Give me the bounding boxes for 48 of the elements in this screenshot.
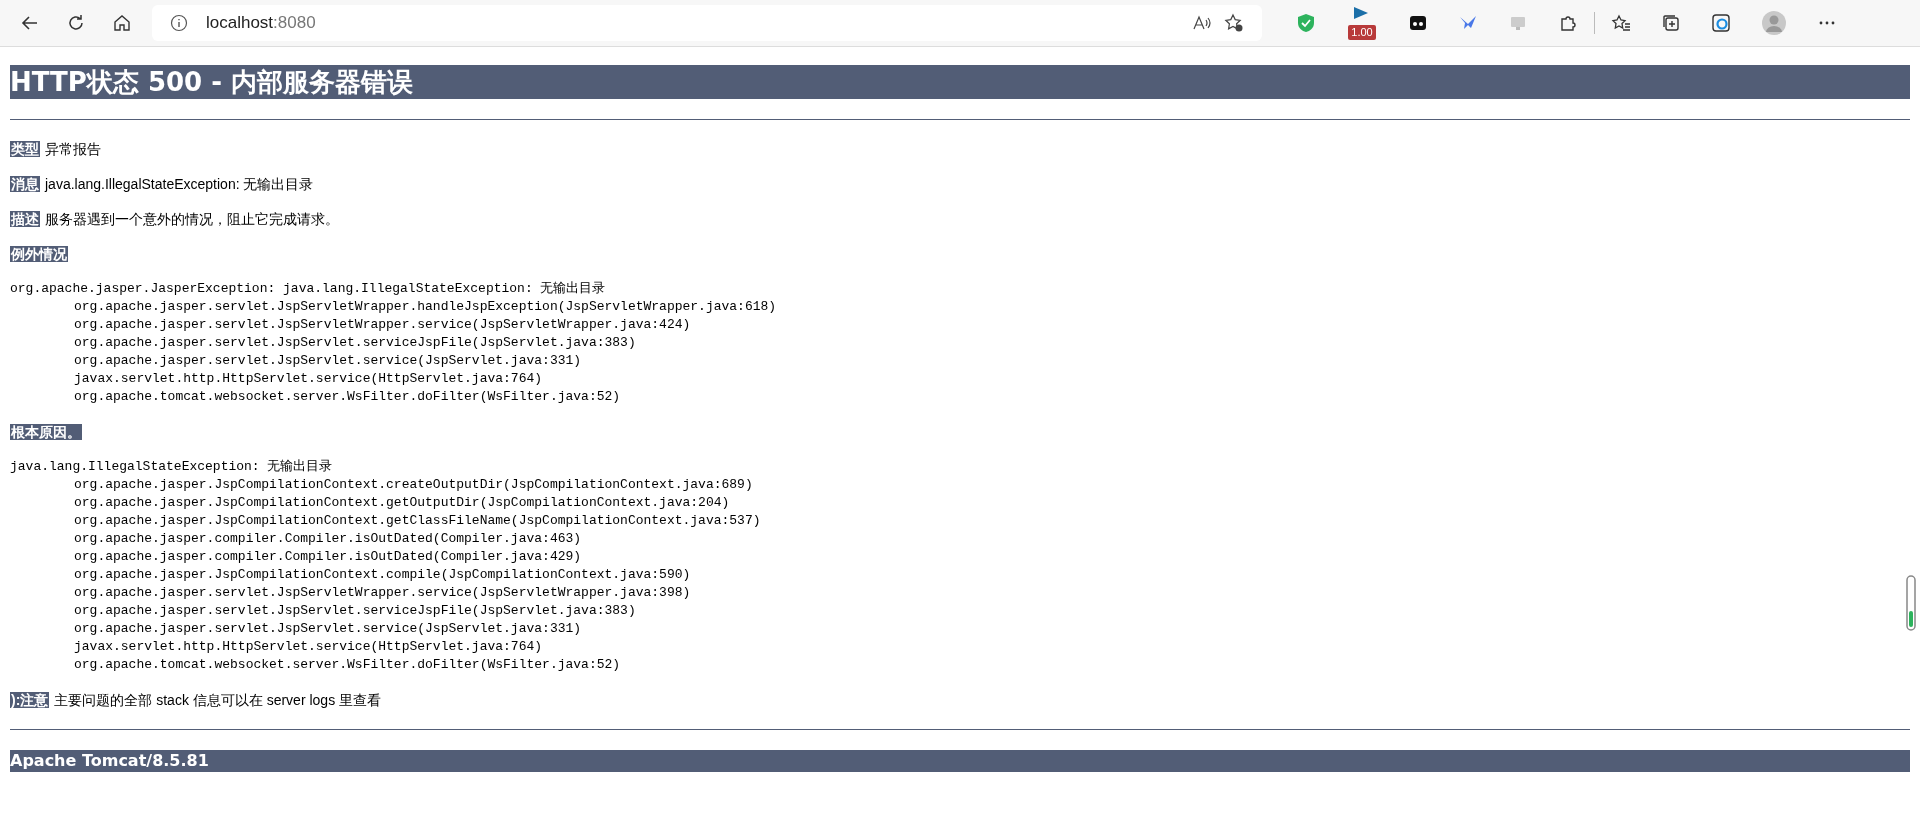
section-label: 例外情况 xyxy=(10,246,68,262)
stack-frame: org.apache.jasper.JspCompilationContext.createOutputDir(JspCompilationContext.java:689) xyxy=(10,476,1910,494)
stack-frame: javax.servlet.http.HttpServlet.service(HttpServlet.java:764) xyxy=(10,370,1910,388)
stack-frame: org.apache.tomcat.websocket.server.WsFilter.doFilter(WsFilter.java:52) xyxy=(10,656,1910,674)
puzzle-icon[interactable] xyxy=(1558,13,1578,33)
stack-frame: org.apache.jasper.compiler.Compiler.isOutDated(Compiler.java:463) xyxy=(10,530,1910,548)
exception-header: java.lang.IllegalStateException: 无输出目录 xyxy=(10,458,334,476)
url-host: localhost xyxy=(206,13,274,33)
stack-frame: org.apache.jasper.servlet.JspServlet.serviceJspFile(JspServlet.java:383) xyxy=(10,602,1910,620)
exception-header: org.apache.jasper.JasperException: java.lang.IllegalStateException: 无输出目录 xyxy=(10,280,607,298)
server-footer: Apache Tomcat/8.5.81 xyxy=(10,750,1910,772)
address-bar[interactable]: localhost:8080 xyxy=(152,5,1262,41)
browser-icon[interactable] xyxy=(1711,13,1731,33)
field-label: 消息 xyxy=(10,176,40,192)
stack-frame: org.apache.jasper.JspCompilationContext.getOutputDir(JspCompilationContext.java:204) xyxy=(10,494,1910,512)
field-value: 异常报告 xyxy=(45,141,101,157)
read-aloud-icon[interactable] xyxy=(1192,14,1212,32)
field-value: 服务器遇到一个意外的情况，阻止它完成请求。 xyxy=(45,211,339,227)
favorite-add-icon[interactable] xyxy=(1224,13,1244,33)
info-icon[interactable] xyxy=(170,14,188,32)
field-label: 描述 xyxy=(10,211,40,227)
stack-frame: org.apache.jasper.servlet.JspServletWrapper.service(JspServletWrapper.java:398) xyxy=(10,584,1910,602)
field-label: 类型 xyxy=(10,141,40,157)
refresh-icon[interactable] xyxy=(66,13,86,33)
scroll-indicator-icon xyxy=(1906,575,1916,631)
shield-icon[interactable] xyxy=(1296,13,1316,33)
page-title: HTTP状态 500 - 内部服务器错误 xyxy=(10,65,1910,99)
stack-frame: javax.servlet.http.HttpServlet.service(HttpServlet.java:764) xyxy=(10,638,1910,656)
field-value: java.lang.IllegalStateException: 无输出目录 xyxy=(45,176,314,192)
avatar-icon[interactable] xyxy=(1761,10,1787,36)
stack-frame: org.apache.jasper.servlet.JspServletWrapper.handleJspException(JspServletWrapper.java:618) xyxy=(10,298,1910,316)
stack-frame: org.apache.jasper.JspCompilationContext.compile(JspCompilationContext.java:590) xyxy=(10,566,1910,584)
home-icon[interactable] xyxy=(112,13,132,33)
stack-frame: org.apache.jasper.JspCompilationContext.getClassFileName(JspCompilationContext.java:537) xyxy=(10,512,1910,530)
note-label: ):注意 xyxy=(10,692,50,708)
stack-frame: org.apache.jasper.compiler.Compiler.isOutDated(Compiler.java:429) xyxy=(10,548,1910,566)
stack-frame: org.apache.jasper.servlet.JspServletWrapper.service(JspServletWrapper.java:424) xyxy=(10,316,1910,334)
stack-frame: org.apache.jasper.servlet.JspServlet.serviceJspFile(JspServlet.java:383) xyxy=(10,334,1910,352)
extension-badge: 1.00 xyxy=(1348,25,1376,40)
stack-frame: org.apache.tomcat.websocket.server.WsFilter.doFilter(WsFilter.java:52) xyxy=(10,388,1910,406)
stack-frame: org.apache.jasper.servlet.JspServlet.service(JspServlet.java:331) xyxy=(10,620,1910,638)
collections-icon[interactable] xyxy=(1661,13,1681,33)
stack-frame: org.apache.jasper.servlet.JspServlet.service(JspServlet.java:331) xyxy=(10,352,1910,370)
section-label: 根本原因。 xyxy=(10,424,82,440)
url-port: :8080 xyxy=(273,13,316,33)
extension-button[interactable]: 1.00 xyxy=(1346,6,1378,40)
favorites-icon[interactable] xyxy=(1611,13,1631,33)
note-text: 主要问题的全部 stack 信息可以在 server logs 里查看 xyxy=(54,692,382,708)
